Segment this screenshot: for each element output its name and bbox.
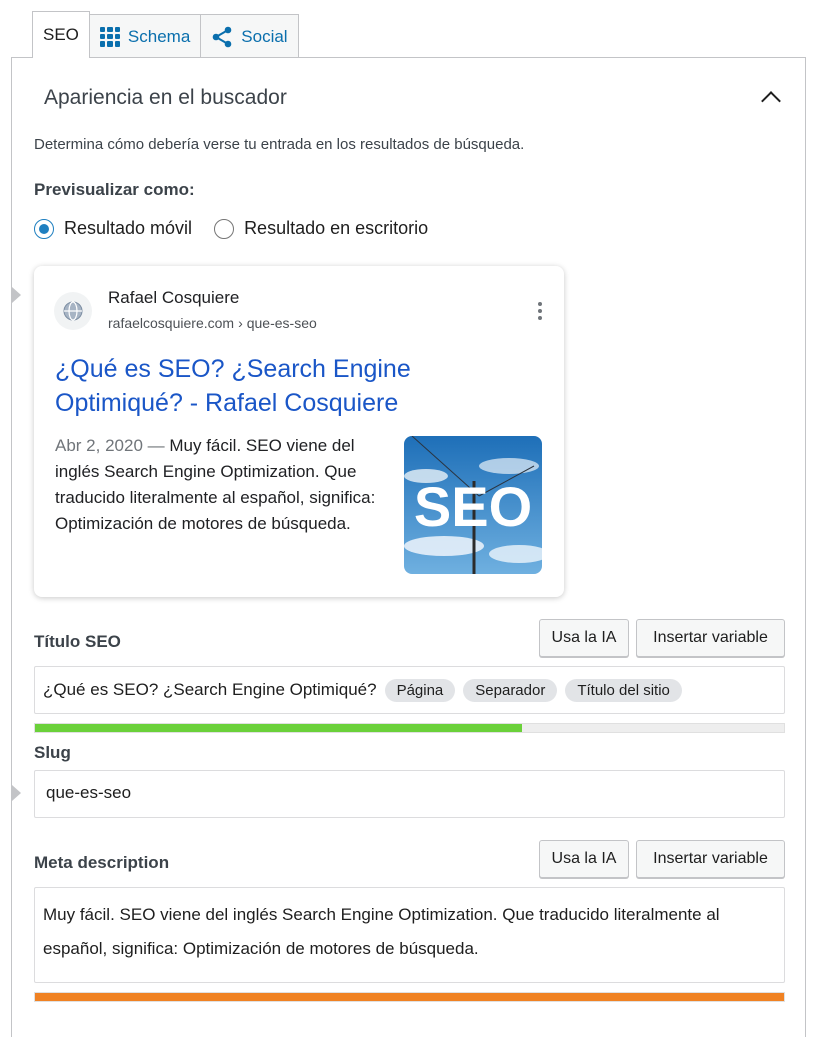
seo-title-progress-fill	[35, 724, 522, 732]
more-options-icon[interactable]	[538, 302, 542, 320]
use-ai-button[interactable]: Usa la IA	[539, 619, 629, 657]
panel-header[interactable]: Apariencia en el buscador	[44, 86, 784, 111]
seo-title-text: ¿Qué es SEO? ¿Search Engine Optimiqué?	[43, 680, 377, 699]
collapsed-arrow-icon-2	[12, 785, 21, 801]
radio-desktop[interactable]	[214, 218, 235, 239]
meta-description-progress-fill	[35, 993, 784, 1001]
seo-title-input[interactable]: ¿Qué es SEO? ¿Search Engine Optimiqué? P…	[34, 666, 785, 714]
share-icon	[212, 26, 232, 47]
preview-title[interactable]: ¿Qué es SEO? ¿Search Engine Optimiqué? -…	[55, 352, 535, 420]
meta-description-label: Meta description	[34, 853, 170, 872]
search-appearance-panel: Apariencia en el buscador Determina cómo…	[11, 57, 806, 1037]
preview-date: Abr 2, 2020	[55, 436, 143, 455]
variable-chip-page[interactable]: Página	[384, 678, 456, 702]
radio-mobile-label: Resultado móvil	[64, 218, 193, 238]
metabox-tabs: SEO Schema Social	[32, 11, 299, 58]
slug-label: Slug	[34, 743, 71, 762]
tab-social-label: Social	[241, 26, 288, 46]
meta-description-value: Muy fácil. SEO viene del inglés Search E…	[43, 905, 720, 958]
tab-social[interactable]: Social	[200, 14, 299, 58]
breadcrumb-separator: ›	[238, 315, 243, 331]
radio-desktop-label: Resultado en escritorio	[244, 218, 429, 238]
preview-date-separator: —	[147, 436, 165, 455]
preview-as-label: Previsualizar como:	[34, 180, 195, 199]
tab-schema-label: Schema	[127, 26, 191, 46]
variable-chip-separator[interactable]: Separador	[463, 678, 558, 702]
preview-site-name: Rafael Cosquiere	[108, 288, 240, 307]
serp-preview-card: Rafael Cosquiere rafaelcosquiere.com › que…	[34, 266, 564, 597]
insert-variable-button-2[interactable]: Insertar variable	[636, 840, 785, 878]
radio-mobile-option[interactable]: Resultado móvil	[34, 218, 192, 239]
slug-value: que-es-seo	[46, 783, 132, 802]
seo-title-label: Título SEO	[34, 632, 121, 651]
chevron-up-icon[interactable]	[761, 91, 781, 111]
radio-mobile[interactable]	[34, 218, 54, 239]
tab-seo-label: SEO	[43, 25, 79, 44]
panel-title: Apariencia en el buscador	[44, 86, 287, 109]
preview-thumbnail: SEO	[404, 436, 542, 574]
preview-breadcrumb: rafaelcosquiere.com › que-es-seo	[108, 315, 317, 331]
collapsed-arrow-icon	[12, 287, 21, 303]
tab-schema[interactable]: Schema	[88, 14, 202, 58]
tab-seo[interactable]: SEO	[32, 11, 90, 58]
panel-description: Determina cómo debería verse tu entrada …	[34, 136, 525, 153]
use-ai-button-2[interactable]: Usa la IA	[539, 840, 629, 878]
seo-title-progress	[34, 723, 785, 733]
preview-path: que-es-seo	[246, 315, 317, 331]
variable-chip-site-title[interactable]: Título del sitio	[565, 678, 682, 702]
globe-icon	[54, 292, 92, 330]
slug-input[interactable]: que-es-seo	[34, 770, 785, 818]
preview-mode-radios: Resultado móvil Resultado en escritorio	[34, 218, 428, 239]
radio-desktop-option[interactable]: Resultado en escritorio	[214, 218, 428, 239]
thumbnail-text: SEO	[414, 475, 532, 538]
meta-description-input[interactable]: Muy fácil. SEO viene del inglés Search E…	[34, 887, 785, 983]
preview-snippet: Abr 2, 2020 — Muy fácil. SEO viene del i…	[55, 433, 395, 537]
preview-domain: rafaelcosquiere.com	[108, 315, 235, 331]
meta-description-progress	[34, 992, 785, 1002]
insert-variable-button[interactable]: Insertar variable	[636, 619, 785, 657]
grid-icon	[99, 26, 120, 47]
